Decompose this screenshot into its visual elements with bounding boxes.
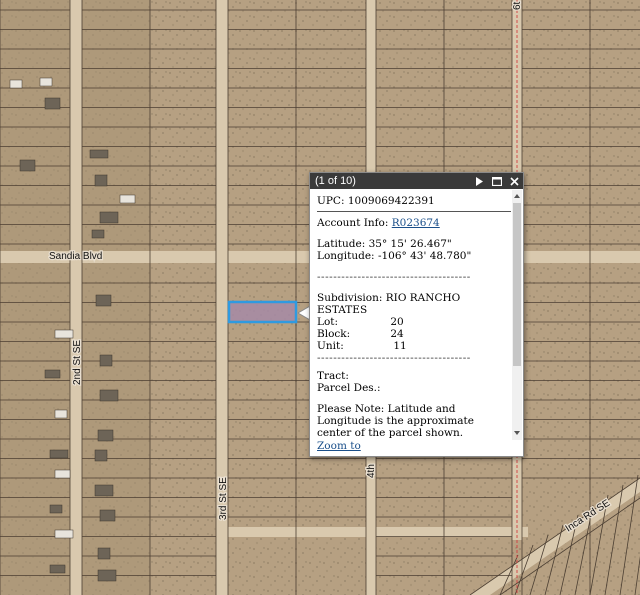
popup-content: UPC: 1009069422391 Account Info: R023674… (317, 195, 511, 439)
next-icon (475, 176, 483, 186)
house (9, 79, 23, 89)
tract-label: Tract: (317, 370, 349, 382)
longitude-label: Longitude: (317, 250, 375, 262)
house (97, 429, 114, 442)
unit-value: 11 (393, 340, 407, 352)
dash-separator: -------------------------------------- (317, 271, 471, 283)
popup-title: (1 of 10) (315, 175, 356, 187)
scroll-down-icon[interactable] (513, 429, 521, 437)
latitude-label: Latitude: (317, 238, 366, 250)
account-link[interactable]: R023674 (392, 217, 440, 229)
house (49, 504, 63, 514)
house (94, 449, 108, 462)
maximize-button[interactable] (490, 174, 503, 188)
house (95, 294, 112, 307)
account-row: Account Info: R023674 (317, 217, 511, 229)
house (94, 174, 108, 187)
house (89, 149, 109, 159)
house (91, 229, 105, 239)
road-label-3rd-st-se: 3rd St SE (218, 477, 229, 520)
info-popup: (1 of 10) UPC: 1009069422391 Account Inf… (309, 172, 524, 457)
close-button[interactable] (508, 174, 521, 188)
maximize-icon (491, 176, 502, 186)
popup-divider-line (317, 211, 511, 212)
house (44, 97, 61, 110)
subdivision-value: RIO RANCHO (385, 292, 461, 304)
house (49, 449, 69, 459)
subdivision-value-line2: ESTATES (317, 304, 368, 316)
house (94, 484, 114, 497)
account-label: Account Info: (317, 217, 389, 229)
house (99, 354, 113, 367)
parcel-des-label: Parcel Des.: (317, 382, 381, 394)
subdivision-row: Subdivision: RIO RANCHO (317, 292, 511, 304)
longitude-value: -106° 43' 48.780" (377, 250, 472, 262)
upc-label: UPC: (317, 195, 345, 207)
house (54, 409, 68, 419)
house (99, 211, 119, 224)
block-label: Block: (317, 328, 351, 340)
latitude-value: 35° 15' 26.467" (368, 238, 452, 250)
longitude-row: Longitude: -106° 43' 48.780" (317, 250, 511, 262)
selected-parcel[interactable] (227, 300, 298, 324)
house (39, 77, 53, 87)
road-label-4th: 4th (366, 464, 377, 478)
zoom-to-link[interactable]: Zoom to (317, 440, 361, 452)
lot-row: Lot: 20 (317, 316, 511, 328)
house (99, 389, 119, 402)
house (44, 369, 61, 379)
house (99, 509, 116, 522)
road-label-2nd-st-se: 2nd St SE (72, 340, 83, 385)
house (49, 564, 66, 574)
house (97, 569, 117, 582)
lot-label: Lot: (317, 316, 339, 328)
block-row: Block: 24 (317, 328, 511, 340)
unit-row: Unit: 11 (317, 340, 511, 352)
latitude-row: Latitude: 35° 15' 26.467" (317, 238, 511, 250)
subdivision-label: Subdivision: (317, 292, 383, 304)
house (19, 159, 36, 172)
close-icon (510, 176, 519, 186)
upc-row: UPC: 1009069422391 (317, 195, 511, 207)
scroll-up-icon[interactable] (513, 192, 521, 200)
house (97, 547, 111, 560)
popup-header: (1 of 10) (310, 173, 523, 189)
scroll-thumb[interactable] (513, 203, 521, 366)
unit-label: Unit: (317, 340, 344, 352)
house (119, 194, 136, 204)
house (54, 329, 74, 339)
next-button[interactable] (472, 174, 485, 188)
lot-value: 20 (390, 316, 404, 328)
latlong-note: Please Note: Latitude and Longitude is t… (317, 403, 474, 439)
dash-separator-2: -------------------------------------- (317, 352, 471, 364)
house (54, 529, 74, 539)
upc-value: 1009069422391 (347, 195, 435, 207)
house (54, 469, 71, 479)
block-value: 24 (390, 328, 404, 340)
road-label-6t: 6t (512, 1, 523, 10)
road-label-sandia-blvd: Sandia Blvd (49, 251, 102, 262)
